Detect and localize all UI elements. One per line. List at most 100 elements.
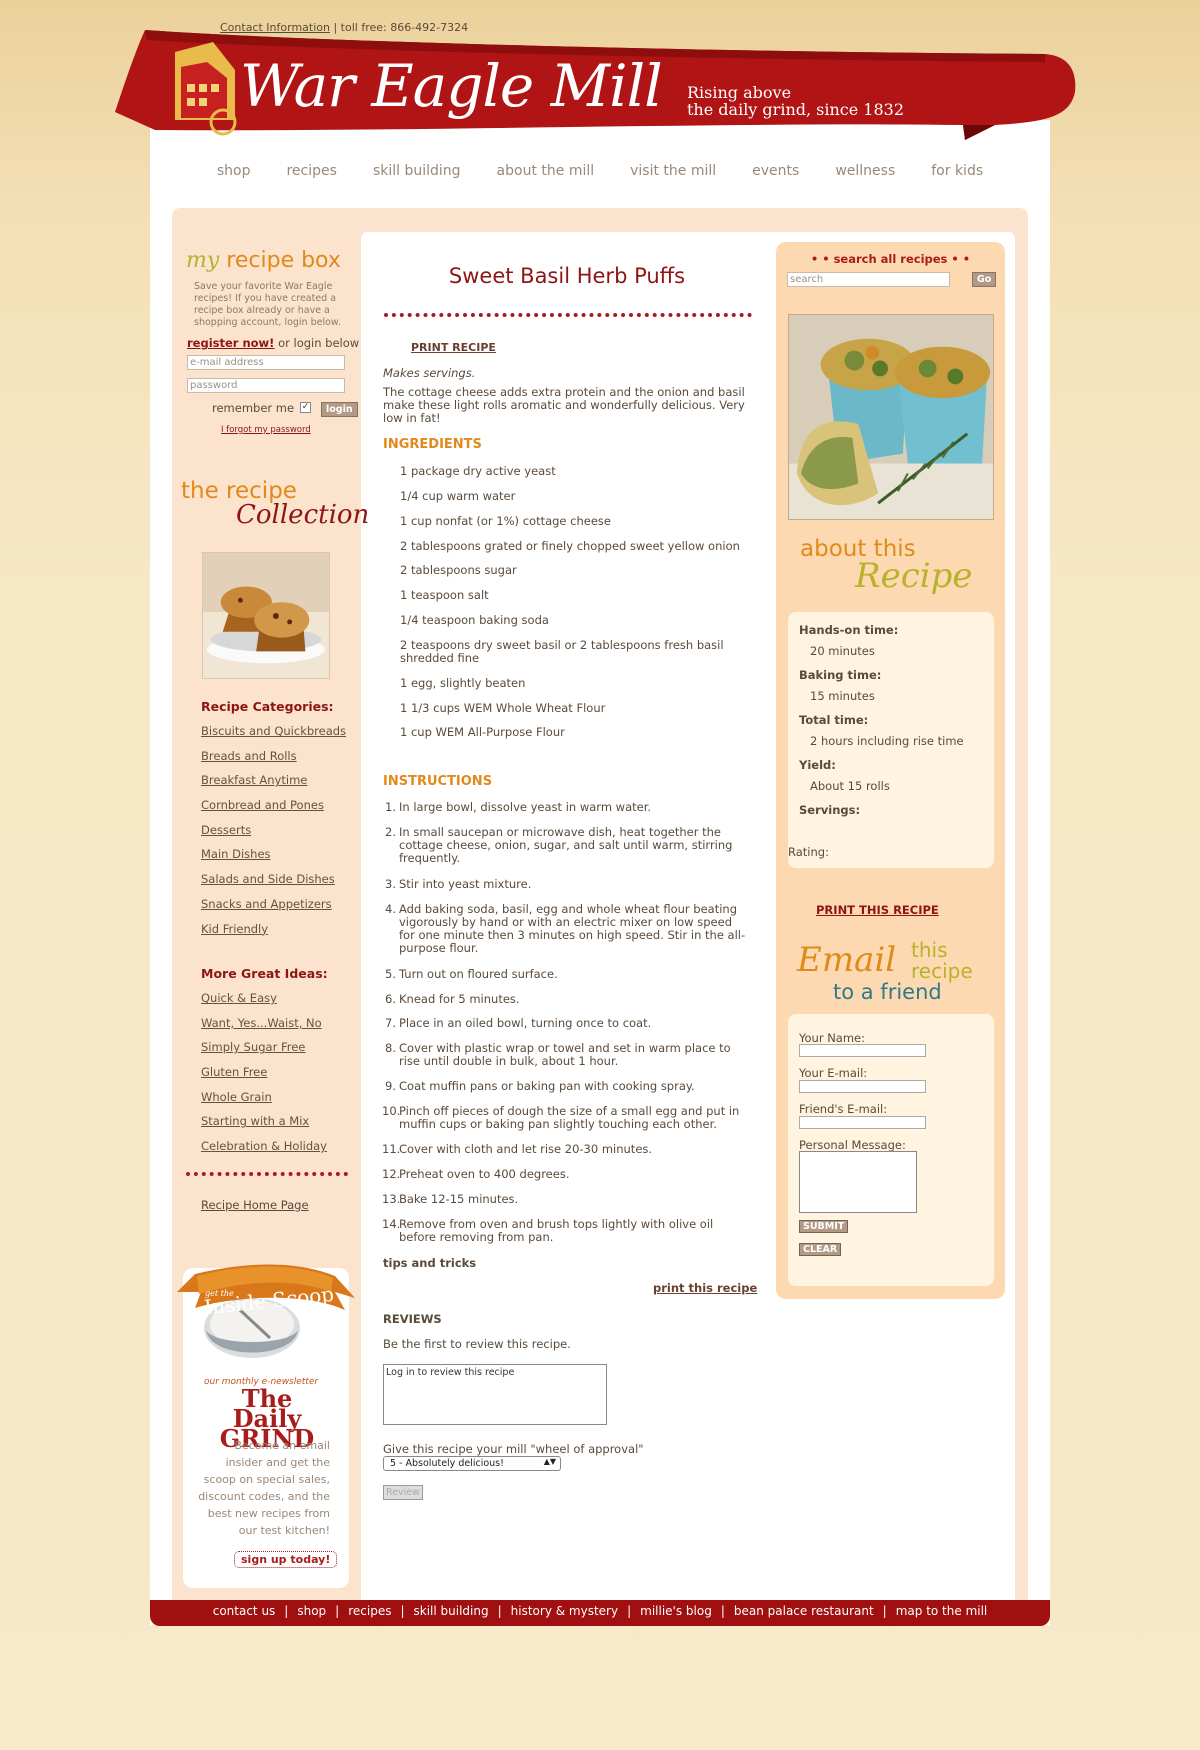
info-yield: Yield: About 15 rolls bbox=[799, 758, 890, 793]
print-this-recipe-link[interactable]: print this recipe bbox=[653, 1281, 757, 1295]
instruction-step: 7. Place in an oiled bowl, turning once t… bbox=[385, 1016, 652, 1030]
nav-item-visit-the-mill[interactable]: visit the mill bbox=[612, 163, 734, 179]
clear-button[interactable]: CLEAR bbox=[799, 1243, 842, 1256]
review-textarea[interactable]: Log in to review this recipe bbox=[383, 1364, 607, 1425]
category-link[interactable]: Breads and Rolls bbox=[201, 749, 346, 774]
remember-me-label: remember me bbox=[212, 401, 295, 415]
recipe-home-link[interactable]: Recipe Home Page bbox=[201, 1198, 309, 1212]
nav-item-wellness[interactable]: wellness bbox=[817, 163, 913, 179]
info-total: Total time: 2 hours including rise time bbox=[799, 713, 964, 748]
login-button[interactable]: login bbox=[321, 402, 358, 417]
print-recipe-link[interactable]: PRINT RECIPE bbox=[411, 341, 496, 354]
submit-button[interactable]: SUBMIT bbox=[799, 1220, 849, 1233]
footer-link-skill-building[interactable]: skill building bbox=[414, 1604, 489, 1618]
more-ideas-heading: More Great Ideas: bbox=[201, 966, 328, 981]
idea-link[interactable]: Quick & Easy bbox=[201, 991, 327, 1016]
search-input[interactable]: search bbox=[787, 272, 950, 287]
herb-puffs-photo bbox=[788, 314, 994, 520]
nav-item-shop[interactable]: shop bbox=[199, 163, 269, 179]
instruction-step: 14. Remove from oven and brush tops light… bbox=[382, 1217, 714, 1244]
footer-link-shop[interactable]: shop bbox=[297, 1604, 326, 1618]
instruction-step: 1. In large bowl, dissolve yeast in warm … bbox=[385, 800, 652, 814]
total-value: 2 hours including rise time bbox=[810, 734, 964, 748]
newsletter-text: Become an email insider and get the scoo… bbox=[198, 1439, 330, 1537]
idea-link[interactable]: Starting with a Mix bbox=[201, 1114, 327, 1139]
reviews-heading: REVIEWS bbox=[383, 1312, 442, 1326]
footer-link-history[interactable]: history & mystery bbox=[511, 1604, 618, 1618]
category-link[interactable]: Snacks and Appetizers bbox=[201, 897, 346, 922]
email-title-word: Email bbox=[797, 940, 897, 980]
yield-label: Yield: bbox=[799, 758, 836, 772]
instruction-step: 3. Stir into yeast mixture. bbox=[385, 877, 532, 891]
rating-select[interactable]: 5 - Absolutely delicious! ▲▼ bbox=[383, 1456, 561, 1471]
idea-link[interactable]: Gluten Free bbox=[201, 1065, 327, 1090]
tagline-line-1: Rising above bbox=[687, 83, 792, 102]
footer-link-restaurant[interactable]: bean palace restaurant bbox=[734, 1604, 874, 1618]
instruction-step: 9. Coat muffin pans or baking pan with co… bbox=[385, 1079, 695, 1093]
recipe-box-title: my recipe box bbox=[186, 248, 341, 273]
instruction-step: 6. Knead for 5 minutes. bbox=[385, 992, 520, 1006]
ingredient-item: 1 cup WEM All-Purpose Flour bbox=[400, 725, 565, 739]
nav-item-for-kids[interactable]: for kids bbox=[913, 163, 1001, 179]
category-link[interactable]: Biscuits and Quickbreads bbox=[201, 724, 346, 749]
wheel-of-approval-label: Give this recipe your mill "wheel of app… bbox=[383, 1442, 644, 1456]
collection-title-line-2: Collection bbox=[236, 500, 370, 530]
personal-message-label: Personal Message: bbox=[799, 1138, 906, 1152]
hands-on-value: 20 minutes bbox=[810, 644, 875, 658]
logo-wordmark[interactable]: War Eagle Mill bbox=[240, 52, 663, 120]
footer-link-map[interactable]: map to the mill bbox=[896, 1604, 988, 1618]
sign-up-button[interactable]: sign up today! bbox=[234, 1551, 338, 1568]
category-link[interactable]: Cornbread and Pones bbox=[201, 798, 346, 823]
info-hands-on: Hands-on time: 20 minutes bbox=[799, 623, 898, 658]
personal-message-textarea[interactable] bbox=[799, 1151, 917, 1213]
category-link[interactable]: Desserts bbox=[201, 823, 346, 848]
email-title-recipe: recipe bbox=[911, 959, 973, 983]
recipe-title: Sweet Basil Herb Puffs bbox=[448, 264, 686, 288]
category-link[interactable]: Salads and Side Dishes bbox=[201, 872, 346, 897]
forgot-password-link[interactable]: I forgot my password bbox=[221, 425, 311, 435]
register-suffix: or login below bbox=[274, 336, 360, 350]
idea-link[interactable]: Celebration & Holiday bbox=[201, 1139, 327, 1164]
search-go-button[interactable]: Go bbox=[972, 272, 997, 287]
nav-item-events[interactable]: events bbox=[734, 163, 817, 179]
your-email-input[interactable] bbox=[799, 1080, 926, 1093]
print-this-recipe-button[interactable]: PRINT THIS RECIPE bbox=[816, 903, 939, 917]
category-link[interactable]: Kid Friendly bbox=[201, 922, 346, 947]
footer-link-contact[interactable]: contact us bbox=[213, 1604, 276, 1618]
friend-email-input[interactable] bbox=[799, 1116, 926, 1129]
footer-link-blog[interactable]: millie's blog bbox=[640, 1604, 712, 1618]
email-title-this: this bbox=[911, 938, 948, 962]
main-nav: shop recipes skill building about the mi… bbox=[150, 163, 1050, 179]
password-field[interactable]: password bbox=[187, 378, 345, 393]
about-recipe-title-2: Recipe bbox=[855, 556, 973, 596]
email-title-this-recipe: this recipe bbox=[911, 940, 973, 982]
email-field[interactable]: e-mail address bbox=[187, 355, 345, 370]
instructions-heading: INSTRUCTIONS bbox=[383, 774, 493, 789]
total-label: Total time: bbox=[799, 713, 869, 727]
ingredient-item: 2 teaspoons dry sweet basil or 2 tablesp… bbox=[400, 638, 724, 665]
your-name-input[interactable] bbox=[799, 1044, 926, 1057]
ingredient-item: 1 1/3 cups WEM Whole Wheat Flour bbox=[400, 701, 606, 715]
idea-link[interactable]: Want, Yes...Waist, No bbox=[201, 1016, 327, 1041]
nav-item-skill-building[interactable]: skill building bbox=[355, 163, 479, 179]
footer-link-recipes[interactable]: recipes bbox=[348, 1604, 391, 1618]
idea-link[interactable]: Whole Grain bbox=[201, 1090, 327, 1115]
info-baking: Baking time: 15 minutes bbox=[799, 668, 881, 703]
category-link[interactable]: Main Dishes bbox=[201, 847, 346, 872]
nav-item-recipes[interactable]: recipes bbox=[268, 163, 354, 179]
remember-me-checkbox[interactable]: ✓ bbox=[300, 402, 311, 413]
rating-label: Rating: bbox=[788, 845, 829, 859]
register-now-link[interactable]: register now! bbox=[187, 336, 274, 350]
ingredient-item: 1/4 cup warm water bbox=[400, 489, 516, 503]
ingredient-item: 1 egg, slightly beaten bbox=[400, 676, 526, 690]
instruction-step: 12. Preheat oven to 400 degrees. bbox=[382, 1167, 570, 1181]
idea-link[interactable]: Simply Sugar Free bbox=[201, 1040, 327, 1065]
nav-item-about-the-mill[interactable]: about the mill bbox=[479, 163, 613, 179]
ingredient-item: 2 tablespoons sugar bbox=[400, 563, 517, 577]
select-arrows-icon: ▲▼ bbox=[543, 1457, 556, 1466]
category-link[interactable]: Breakfast Anytime bbox=[201, 773, 346, 798]
ingredient-item: 1 cup nonfat (or 1%) cottage cheese bbox=[400, 514, 611, 528]
recipe-box-title-rest: recipe box bbox=[226, 248, 341, 273]
review-button[interactable]: Review bbox=[383, 1485, 423, 1500]
instruction-step: 2. In small saucepan or microwave dish, h… bbox=[385, 825, 733, 865]
